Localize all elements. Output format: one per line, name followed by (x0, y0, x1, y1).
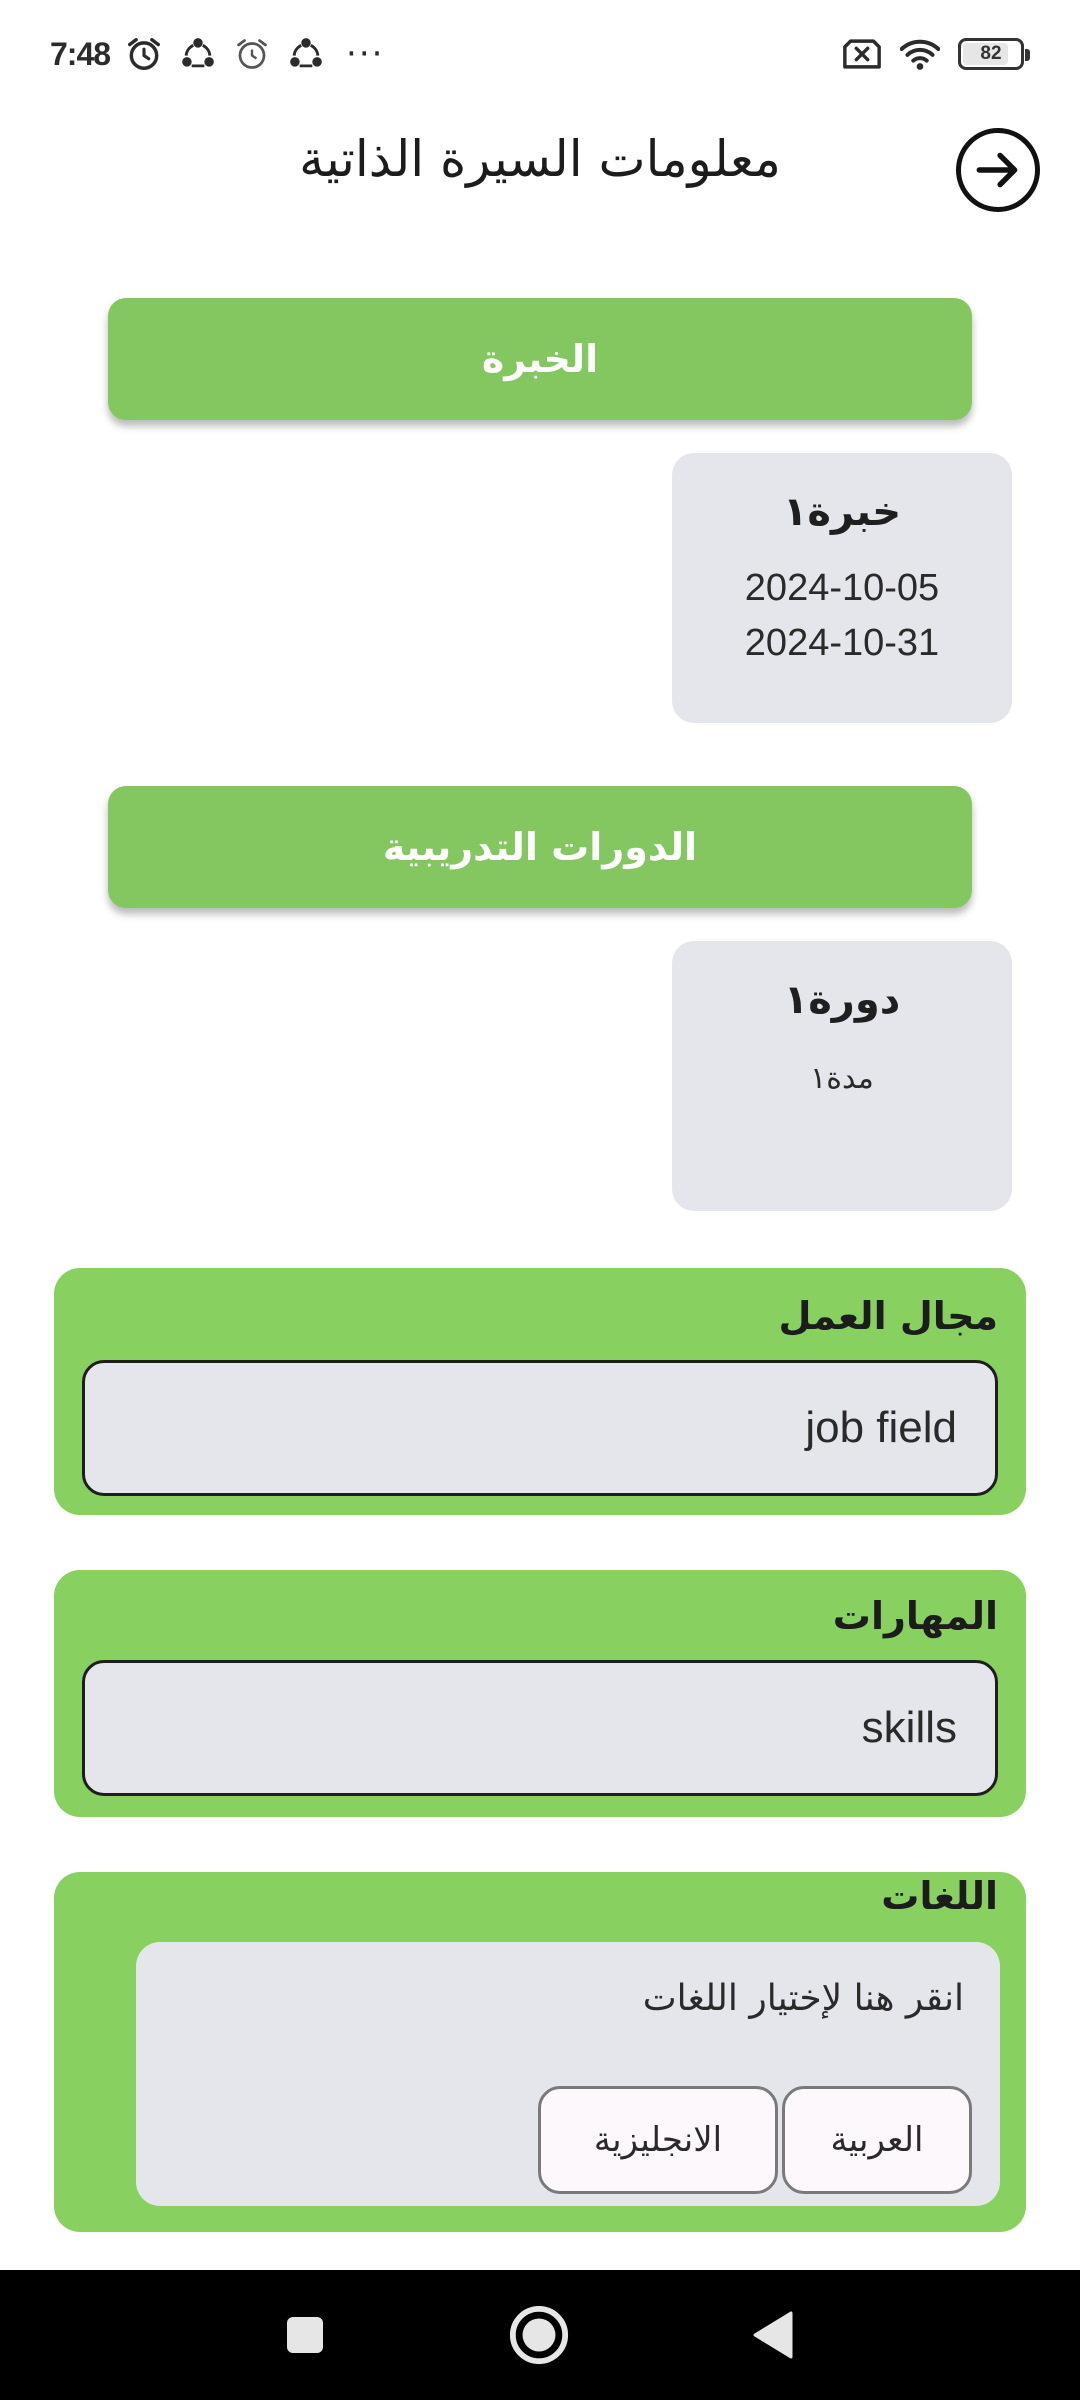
course-duration: مدة١ (810, 1061, 874, 1096)
app-header: معلومات السيرة الذاتية (0, 108, 1080, 228)
status-bar: 7:48 ··· 82 (0, 0, 1080, 108)
job-field-label: مجال العمل (778, 1294, 998, 1338)
system-nav-bar (0, 2270, 1080, 2400)
page-title: معلومات السيرة الذاتية (299, 130, 781, 188)
job-field-value: job field (805, 1403, 957, 1452)
languages-label: اللغات (881, 1874, 998, 1918)
languages-panel: اللغات انقر هنا لإختيار اللغات العربية ا… (54, 1872, 1026, 2232)
language-chip-english[interactable]: الانجليزية (538, 2086, 778, 2194)
back-nav-button[interactable] (736, 2298, 810, 2372)
share-icon (178, 34, 218, 74)
experience-card[interactable]: خبرة١ 2024-10-05 2024-10-31 (672, 453, 1012, 723)
back-button[interactable] (956, 128, 1040, 212)
skills-value: skills (861, 1703, 957, 1752)
home-button[interactable] (502, 2298, 576, 2372)
courses-button[interactable]: الدورات التدريبية (108, 786, 972, 908)
recents-button[interactable] (268, 2298, 342, 2372)
course-card[interactable]: دورة١ مدة١ (672, 941, 1012, 1211)
skills-label: المهارات (832, 1594, 998, 1638)
job-field-input[interactable]: job field (82, 1360, 998, 1496)
arrow-right-circle-icon (976, 152, 1018, 188)
language-chip-arabic[interactable]: العربية (782, 2086, 972, 2194)
no-sim-icon (842, 34, 882, 74)
languages-selector[interactable]: انقر هنا لإختيار اللغات العربية الانجليز… (136, 1942, 1000, 2206)
alarm-icon (232, 34, 272, 74)
experience-end-date: 2024-10-31 (744, 622, 940, 664)
home-circle-icon (509, 2305, 569, 2365)
status-bar-right: 82 (842, 30, 1030, 78)
experience-title: خبرة١ (782, 489, 902, 535)
skills-panel: المهارات skills (54, 1570, 1026, 1817)
experience-start-date: 2024-10-05 (744, 567, 940, 609)
battery-icon: 82 (958, 38, 1030, 70)
battery-level: 82 (980, 43, 1002, 64)
status-time: 7:48 (50, 35, 111, 72)
job-field-panel: مجال العمل job field (54, 1268, 1026, 1515)
share-icon (286, 34, 326, 74)
languages-hint: انقر هنا لإختيار اللغات (642, 1978, 964, 2019)
course-title: دورة١ (783, 977, 901, 1023)
status-bar-left: 7:48 ··· (50, 30, 384, 78)
alarm-icon (124, 34, 164, 74)
skills-input[interactable]: skills (82, 1660, 998, 1796)
back-triangle-icon (753, 2311, 793, 2359)
more-dots-icon: ··· (346, 34, 385, 74)
recents-square-icon (287, 2317, 323, 2353)
wifi-icon (900, 34, 940, 74)
experience-button[interactable]: الخبرة (108, 298, 972, 420)
